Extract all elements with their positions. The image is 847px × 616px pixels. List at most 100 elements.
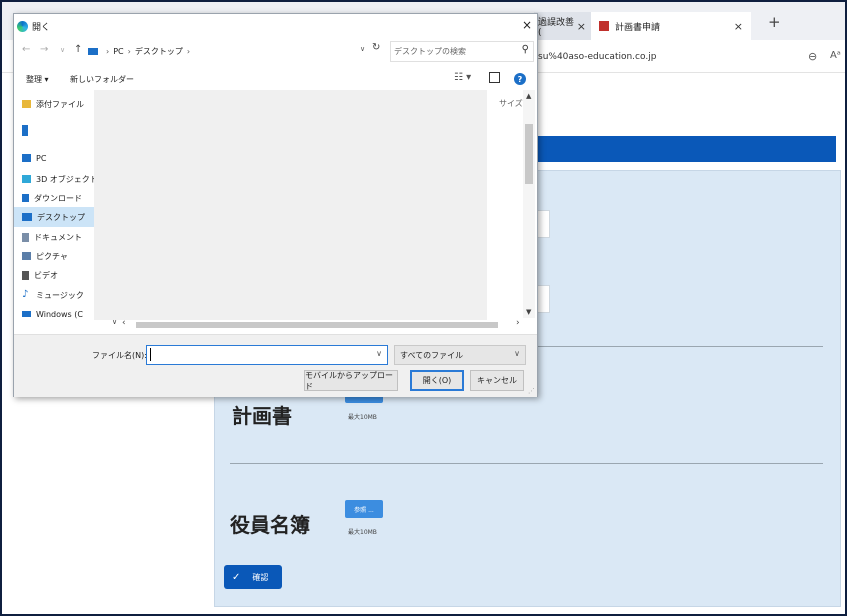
pc-icon	[88, 47, 98, 55]
back-icon[interactable]: ←	[22, 44, 30, 55]
dialog-nav-bar: ← → ∨ ↑ › PC › デスクトップ › ∨ ↻ デスクトップの検索 ⚲	[14, 40, 537, 62]
nav-item-desktop[interactable]: デスクトップ	[14, 207, 94, 227]
picture-icon	[22, 252, 31, 260]
vertical-scrollbar[interactable]: ▲ ▼	[523, 90, 535, 318]
file-open-dialog: 開く × ← → ∨ ↑ › PC › デスクトップ › ∨ ↻ デスクトップの…	[13, 13, 538, 397]
form-input-1[interactable]	[536, 210, 550, 238]
divider	[230, 463, 823, 464]
edge-icon	[17, 20, 28, 32]
nav-item-label: ドキュメント	[34, 232, 82, 242]
confirm-label: 確認	[252, 572, 269, 582]
folder-icon	[22, 100, 31, 108]
breadcrumb-desktop[interactable]: デスクトップ	[135, 46, 183, 57]
plan-max-size: 最大10MB	[348, 414, 377, 421]
officers-max-size: 最大10MB	[348, 529, 377, 536]
nav-item-label: Windows (C	[36, 309, 83, 319]
filetype-value: すべてのファイル	[400, 351, 464, 360]
search-placeholder: デスクトップの検索	[394, 47, 466, 56]
new-folder-button[interactable]: 新しいフォルダー	[70, 74, 134, 85]
nav-item-attachments[interactable]: 添付ファイル	[14, 94, 94, 114]
building-icon	[22, 124, 28, 136]
breadcrumb-dropdown-icon[interactable]: ∨	[360, 45, 365, 53]
dialog-toolbar: 整理 ▾ 新しいフォルダー ☷ ▾ ?	[14, 70, 537, 90]
up-icon[interactable]: ↑	[74, 44, 82, 55]
chevron-down-icon: ∨	[514, 349, 520, 358]
chevron-down-icon[interactable]: ∨	[376, 349, 382, 358]
breadcrumb-sep: ›	[127, 46, 131, 56]
read-aloud-icon[interactable]: Aᵃ	[830, 50, 841, 61]
breadcrumb[interactable]: › PC › デスクトップ ›	[88, 43, 368, 59]
breadcrumb-pc[interactable]: PC	[113, 47, 123, 56]
nav-item-label: ピクチャ	[36, 251, 68, 261]
scroll-left-icon[interactable]: ‹	[122, 318, 126, 328]
drive-icon	[22, 311, 31, 317]
nav-item-3d-objects[interactable]: 3D オブジェクト	[14, 169, 94, 189]
filename-label: ファイル名(N):	[92, 351, 147, 360]
navigation-pane: 添付ファイル PC 3D オブジェクト ダウンロード デスクトップ ドキュメント	[14, 90, 94, 330]
music-icon: ♪	[22, 289, 29, 300]
dialog-close-icon[interactable]: ×	[522, 18, 532, 32]
browser-tab-1[interactable]: 過誤改善( ×	[534, 12, 595, 40]
dialog-footer: ファイル名(N): ∨ すべてのファイル ∨ モバイルからアップロード 開く(O…	[14, 334, 537, 397]
dialog-title: 開く	[32, 22, 51, 33]
tab-label: 計画書申請	[615, 22, 661, 33]
filename-input[interactable]: ∨	[146, 345, 388, 365]
column-header-size[interactable]: サイズ	[499, 98, 523, 109]
address-url[interactable]: su%40aso-education.co.jp	[538, 52, 656, 62]
recent-dropdown-icon[interactable]: ∨	[60, 46, 65, 54]
nav-item-documents[interactable]: ドキュメント	[14, 227, 94, 247]
nav-item-pc[interactable]: PC	[14, 148, 94, 168]
horizontal-scrollbar[interactable]: ‹ ›	[106, 318, 524, 330]
nav-item-label: ビデオ	[34, 270, 58, 280]
filetype-select[interactable]: すべてのファイル ∨	[394, 345, 526, 365]
form-input-2[interactable]	[536, 285, 550, 313]
resize-grip-icon[interactable]: ⋰	[528, 387, 535, 395]
nav-item-org[interactable]	[14, 120, 94, 140]
check-icon: ✓	[232, 571, 241, 583]
nav-item-windows-drive[interactable]: Windows (C	[14, 304, 94, 324]
help-icon[interactable]: ?	[514, 73, 526, 85]
open-button[interactable]: 開く(O)	[410, 370, 464, 391]
document-icon	[22, 232, 29, 242]
tab-close-icon[interactable]: ×	[577, 20, 586, 33]
officers-browse-button[interactable]: 参照 ...	[345, 500, 383, 518]
browser-tab-2[interactable]: 計画書申請 ×	[591, 12, 751, 40]
nav-item-label: 3D オブジェクト	[36, 174, 94, 184]
nav-item-label: 添付ファイル	[36, 99, 84, 109]
tab-label: 過誤改善(	[538, 17, 575, 38]
scroll-right-icon[interactable]: ›	[516, 318, 520, 328]
plan-label: 計画書	[232, 404, 292, 428]
nav-item-label: ダウンロード	[34, 193, 82, 203]
organize-button[interactable]: 整理 ▾	[26, 74, 49, 85]
search-input[interactable]: デスクトップの検索 ⚲	[390, 41, 534, 62]
nav-item-label: PC	[36, 153, 47, 163]
nav-item-videos[interactable]: ビデオ	[14, 265, 94, 285]
scroll-up-icon[interactable]: ▲	[526, 92, 531, 100]
refresh-icon[interactable]: ↻	[372, 42, 380, 53]
desktop-icon	[22, 213, 32, 221]
video-icon	[22, 270, 29, 280]
text-caret	[150, 348, 151, 361]
dialog-title-bar: 開く ×	[14, 14, 537, 38]
nav-item-downloads[interactable]: ダウンロード	[14, 188, 94, 208]
search-icon[interactable]: ⚲	[522, 44, 529, 55]
file-list[interactable]	[94, 90, 487, 320]
preview-pane-icon[interactable]	[489, 72, 500, 83]
nav-item-music[interactable]: ♪ ミュージック	[14, 285, 94, 305]
nav-item-label: ミュージック	[36, 290, 84, 300]
tab-close-icon[interactable]: ×	[734, 20, 743, 33]
zoom-icon[interactable]: ⊖	[808, 50, 817, 63]
cube-icon	[22, 175, 31, 183]
scroll-down-icon[interactable]: ▼	[526, 308, 531, 316]
scroll-thumb[interactable]	[136, 322, 498, 328]
nav-item-label: デスクトップ	[37, 212, 85, 222]
mobile-upload-button[interactable]: モバイルからアップロード	[304, 370, 398, 391]
nav-item-pictures[interactable]: ピクチャ	[14, 246, 94, 266]
pc-icon	[22, 154, 31, 162]
new-tab-button[interactable]: +	[768, 13, 781, 31]
view-options-icon[interactable]: ☷ ▾	[454, 72, 471, 83]
cancel-button[interactable]: キャンセル	[470, 370, 524, 391]
confirm-button[interactable]: ✓ 確認	[224, 565, 282, 589]
scroll-thumb[interactable]	[525, 124, 533, 184]
forward-icon[interactable]: →	[40, 44, 48, 55]
